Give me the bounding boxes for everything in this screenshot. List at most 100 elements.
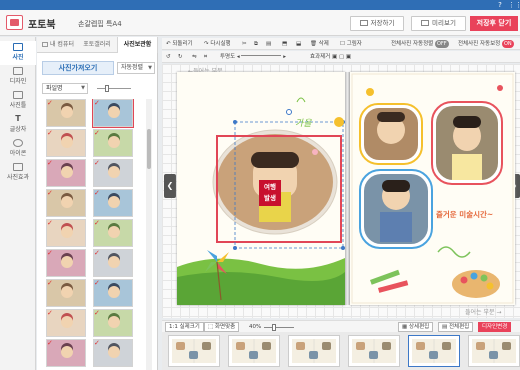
check-icon[interactable]: ✓ — [94, 220, 100, 227]
save-button[interactable]: 저장하기 — [350, 16, 404, 31]
photo-thumbnail[interactable]: ✓ — [46, 309, 86, 337]
check-icon[interactable]: ✓ — [94, 340, 100, 347]
nav-frame[interactable]: 사진틀 — [0, 89, 36, 113]
tab-my-computer[interactable]: 내 컴퓨터 — [39, 37, 77, 53]
nav-effect[interactable]: 사진효과 — [0, 161, 36, 185]
photo-thumbnail[interactable]: ✓ — [46, 249, 86, 277]
slider-handle[interactable] — [105, 85, 109, 92]
cut-icon[interactable]: ✂ — [242, 39, 247, 49]
photo-thumbnail[interactable]: ✓ — [93, 129, 133, 157]
page-thumbnail[interactable] — [288, 335, 340, 367]
sort-select[interactable]: 자동정렬 — [117, 62, 155, 74]
photo-thumbnail[interactable]: ✓ — [93, 249, 133, 277]
photo-thumbnail[interactable]: ✓ — [93, 309, 133, 337]
photo-thumbnail[interactable]: ✓ — [46, 279, 86, 307]
nav-design[interactable]: 디자인 — [0, 65, 36, 89]
filename-select[interactable]: 파일명 — [42, 83, 88, 94]
auto-correct-toggle[interactable]: 전체사진 자동보정 ON — [458, 39, 514, 49]
design-change-button[interactable]: 디자인변경 — [478, 322, 512, 332]
photo-thumbnail[interactable]: ✓ — [93, 189, 133, 217]
tab-photo-storage[interactable]: 사진보관함 — [117, 37, 158, 53]
undo-button[interactable]: ↶ 되돌리기 — [166, 39, 193, 49]
shadow-toggle[interactable]: ☐ 그림자 — [340, 39, 362, 49]
thumbnail-size-slider[interactable] — [93, 85, 135, 92]
redo-button[interactable]: ↷ 다시실행 — [204, 39, 231, 49]
check-icon[interactable]: ✓ — [47, 190, 53, 197]
auto-sort-toggle[interactable]: 전체사진 자동정렬 OFF — [391, 39, 449, 49]
check-icon[interactable]: ✓ — [47, 160, 53, 167]
zoom-slider[interactable] — [262, 322, 296, 332]
check-icon[interactable]: ✓ — [94, 130, 100, 137]
zoom-handle[interactable] — [272, 324, 276, 331]
photo-thumbnail[interactable]: ✓ — [93, 339, 133, 367]
check-icon[interactable]: ✓ — [94, 310, 100, 317]
check-icon[interactable]: ✓ — [94, 190, 100, 197]
page-thumbnail-photo — [429, 351, 438, 359]
rotate-right-icon[interactable]: ↻ — [178, 52, 183, 62]
page-thumbnail[interactable] — [228, 335, 280, 367]
crop-icon[interactable]: ⌗ — [204, 52, 207, 62]
check-icon[interactable]: ✓ — [47, 280, 53, 287]
auto-correct-label: 전체사진 자동보정 — [458, 41, 501, 47]
paste-icon[interactable]: ▤ — [266, 39, 271, 49]
photo-thumbnail[interactable]: ✓ — [46, 99, 86, 127]
actual-size-button[interactable]: 1:1 실제크기 — [165, 322, 204, 332]
check-icon[interactable]: ✓ — [47, 340, 53, 347]
prev-page-arrow-icon[interactable]: ❮ — [164, 174, 176, 198]
check-icon[interactable]: ✓ — [47, 310, 53, 317]
delete-button[interactable]: 🗑 삭제 — [310, 39, 329, 49]
flip-icon[interactable]: ⇋ — [192, 52, 197, 62]
page-thumbnail[interactable] — [408, 335, 460, 367]
photo-thumbnail[interactable]: ✓ — [93, 159, 133, 187]
deco-text-right[interactable]: 즐거운 미술시간~ — [436, 210, 512, 219]
photo-thumbnail[interactable]: ✓ — [46, 159, 86, 187]
photo-thumbnail[interactable]: ✓ — [46, 189, 86, 217]
preview-button[interactable]: 미리보기 — [411, 16, 466, 31]
bring-front-icon[interactable]: ⬒ — [282, 39, 287, 49]
check-icon[interactable]: ✓ — [47, 250, 53, 257]
transparency-slider[interactable] — [241, 55, 282, 56]
page-thumbnail[interactable] — [168, 335, 220, 367]
check-icon[interactable]: ✓ — [47, 220, 53, 227]
editor-canvas[interactable]: ❮ ❯ ←들어는 부분 들어는 부분 → — [162, 64, 520, 318]
page-left[interactable]: 여행 발생 가을 — [177, 72, 345, 305]
fit-screen-button[interactable]: ⬚ 화면맞춤 — [204, 322, 240, 332]
check-icon[interactable]: ✓ — [94, 280, 100, 287]
nav-photo[interactable]: 사진 — [0, 41, 36, 65]
photo-thumbnail[interactable]: ✓ — [46, 339, 86, 367]
check-icon[interactable]: ✓ — [47, 100, 53, 107]
nav-clipart[interactable]: 아이콘 — [0, 137, 36, 161]
thumbnail-image — [108, 256, 120, 268]
photo-thumbnail[interactable]: ✓ — [92, 99, 134, 128]
save-and-close-button[interactable]: 저장후 닫기 — [470, 16, 518, 31]
grid-menu-icon[interactable]: ⋮⋮ — [508, 1, 520, 9]
tab-photo-gallery[interactable]: 포토갤러리 — [79, 37, 115, 53]
deco-text-left[interactable]: 가을 — [295, 116, 312, 129]
send-back-icon[interactable]: ⬓ — [296, 39, 301, 49]
page-thumbnail-photo — [176, 342, 185, 350]
page-thumbnail[interactable] — [468, 335, 520, 367]
import-photos-button[interactable]: 사진가져오기 — [42, 61, 114, 75]
check-icon[interactable]: ✓ — [47, 130, 53, 137]
copy-icon[interactable]: ⧉ — [254, 39, 258, 49]
rotate-left-icon[interactable]: ↺ — [166, 52, 171, 62]
photo-thumbnail[interactable]: ✓ — [46, 219, 86, 247]
photo-thumbnail[interactable]: ✓ — [46, 129, 86, 157]
remove-effect-button[interactable]: 효과제거 ▣ ▢ ▣ — [310, 52, 351, 62]
detail-edit-button[interactable]: ▦ 상세편집 — [398, 322, 434, 332]
page-thumbnail[interactable] — [348, 335, 400, 367]
check-icon[interactable]: ✓ — [94, 160, 100, 167]
all-edit-button[interactable]: ▤ 전체편집 — [438, 322, 474, 332]
check-icon[interactable]: ✓ — [94, 100, 100, 107]
photo-panel-scrollbar[interactable] — [146, 99, 152, 370]
transparency-control[interactable]: 투명도 ◂ ▸ — [220, 52, 286, 62]
check-icon[interactable]: ✓ — [94, 250, 100, 257]
thumbnail-image — [61, 226, 73, 238]
scrollbar-thumb[interactable] — [147, 129, 151, 169]
title-badge[interactable]: 여행 발생 — [259, 180, 281, 206]
help-icon[interactable]: ? — [496, 1, 504, 9]
photo-thumbnail[interactable]: ✓ — [93, 219, 133, 247]
photo-thumbnail[interactable]: ✓ — [93, 279, 133, 307]
page-right[interactable]: 즐거운 미술시간~ — [350, 72, 515, 305]
nav-textbox[interactable]: T 글상자 — [0, 113, 36, 137]
